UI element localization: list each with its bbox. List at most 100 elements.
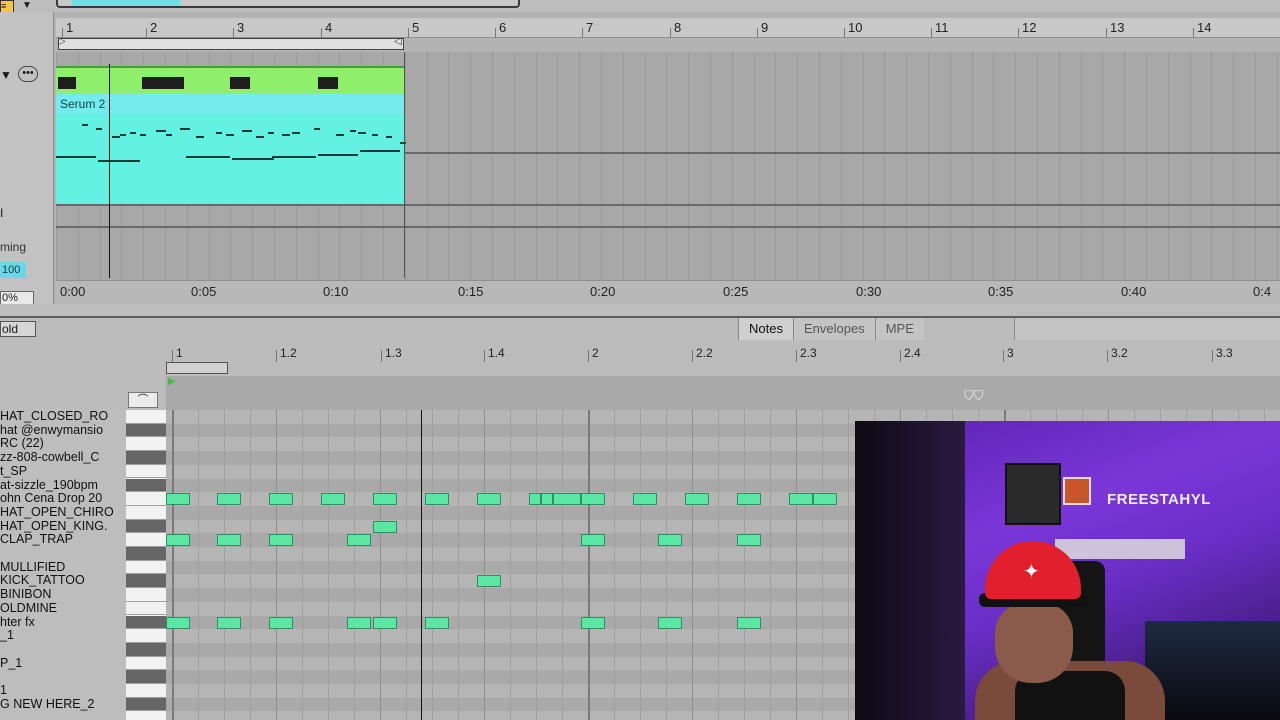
track-fold-arrow-icon[interactable]: ▼ [0, 68, 12, 82]
drum-pad-name[interactable]: t_SP [0, 465, 128, 479]
piano-key[interactable] [126, 629, 166, 643]
midi-note[interactable] [166, 534, 190, 547]
midi-note[interactable] [425, 493, 449, 506]
tab-mpe[interactable]: MPE [874, 318, 924, 340]
midi-note[interactable] [373, 520, 397, 533]
midi-note[interactable] [685, 493, 709, 506]
midi-note[interactable] [581, 493, 605, 506]
piano-key[interactable] [126, 519, 166, 534]
midi-note[interactable] [425, 616, 449, 629]
drum-pad-name[interactable]: zz-808-cowbell_C [0, 451, 128, 465]
piano-key[interactable] [126, 574, 166, 589]
midi-note[interactable] [166, 616, 190, 629]
piano-key[interactable] [126, 478, 166, 493]
piano-key[interactable] [126, 465, 166, 479]
piano-key[interactable] [126, 697, 166, 712]
drum-pad-name[interactable]: OLDMINE [0, 602, 128, 616]
loop-end-marker-icon[interactable]: ◁ [394, 36, 402, 47]
piano-roll-ruler[interactable]: 1 1.2 1.3 1.4 2 2.2 2.3 2.4 3 3.2 3.3 [166, 344, 1280, 362]
midi-note[interactable] [553, 493, 581, 506]
midi-note[interactable] [477, 493, 501, 506]
piano-key[interactable] [126, 451, 166, 465]
piano-key[interactable] [126, 547, 166, 561]
piano-key[interactable] [126, 561, 166, 575]
midi-note[interactable] [347, 616, 371, 629]
drum-pad-name[interactable]: hat @enwymansio [0, 424, 128, 438]
piano-key[interactable] [126, 423, 166, 438]
piano-key[interactable] [126, 684, 166, 698]
loop-brace[interactable] [58, 38, 404, 50]
midi-note[interactable] [321, 493, 345, 506]
midi-note[interactable] [217, 493, 241, 506]
piano-keys[interactable] [126, 410, 166, 720]
drum-pad-name[interactable]: P_1 [0, 657, 128, 671]
drum-pad-name[interactable]: RC (22) [0, 437, 128, 451]
time-ruler[interactable]: 0:00 0:05 0:10 0:15 0:20 0:25 0:30 0:35 0:40 0:4 [56, 280, 1280, 304]
midi-note[interactable] [529, 493, 541, 506]
piano-roll-loop-brace[interactable] [166, 362, 228, 374]
end-marker-icon[interactable]: ⛉⛉ [964, 388, 984, 404]
more-options-icon[interactable]: ••• [18, 66, 38, 82]
drum-pad-name[interactable]: BINIBON [0, 588, 128, 602]
groove-value-field[interactable]: 100 [0, 262, 26, 278]
midi-note[interactable] [347, 534, 371, 547]
piano-key[interactable] [126, 492, 166, 506]
drum-pad-name[interactable]: CLAP_TRAP [0, 533, 128, 547]
midi-note[interactable] [658, 616, 682, 629]
piano-key[interactable] [126, 670, 166, 684]
drum-pad-name[interactable]: KICK_TATTOO [0, 574, 128, 588]
drum-pad-name[interactable]: HAT_OPEN_KING. [0, 520, 128, 534]
midi-note[interactable] [581, 616, 605, 629]
drum-pad-name[interactable]: 1 [0, 684, 128, 698]
drum-pad-name[interactable]: hter fx [0, 616, 128, 630]
midi-note[interactable] [737, 493, 761, 506]
fold-button[interactable]: old [0, 321, 36, 337]
bar-ruler[interactable]: 1 2 3 4 5 6 7 8 9 10 11 12 13 14 [56, 18, 1280, 38]
arrangement-overview[interactable] [56, 0, 520, 8]
midi-note[interactable] [269, 493, 293, 506]
piano-key[interactable] [126, 642, 166, 657]
piano-key[interactable] [126, 410, 166, 424]
midi-note[interactable] [581, 534, 605, 547]
midi-note[interactable] [373, 493, 397, 506]
piano-key[interactable] [126, 437, 166, 452]
midi-note[interactable] [166, 493, 190, 506]
fold-notes-icon[interactable]: ⌒ [128, 392, 158, 408]
piano-key[interactable] [126, 615, 166, 630]
midi-note[interactable] [269, 616, 293, 629]
piano-key[interactable] [126, 602, 166, 616]
midi-note[interactable] [541, 493, 553, 506]
drum-pad-name[interactable]: G NEW HERE_2 [0, 698, 128, 712]
loop-start-marker-icon[interactable]: ▷ [58, 36, 66, 47]
piano-key[interactable] [126, 506, 166, 520]
view-divider[interactable] [0, 304, 1280, 318]
midi-note[interactable] [789, 493, 813, 506]
tab-notes[interactable]: Notes [738, 318, 793, 340]
drum-pad-name[interactable]: HAT_OPEN_CHIRO [0, 506, 128, 520]
drum-pad-name[interactable]: at-sizzle_190bpm [0, 479, 128, 493]
tab-envelopes[interactable]: Envelopes [792, 318, 875, 340]
midi-note[interactable] [217, 534, 241, 547]
piano-key[interactable] [126, 657, 166, 671]
midi-note[interactable] [737, 534, 761, 547]
piano-roll-loop-lane[interactable] [166, 376, 1280, 410]
piano-key[interactable] [126, 588, 166, 602]
drum-pad-name[interactable] [0, 547, 128, 561]
chevron-down-icon[interactable]: ▼ [22, 0, 36, 12]
drum-pad-name[interactable]: _1 [0, 629, 128, 643]
midi-note[interactable] [269, 534, 293, 547]
drum-pad-name[interactable]: MULLIFIED [0, 561, 128, 575]
midi-note[interactable] [813, 493, 837, 506]
drum-pad-name[interactable]: HAT_CLOSED_RO [0, 410, 128, 424]
drum-pad-name[interactable]: ohn Cena Drop 20 [0, 492, 128, 506]
start-marker-icon[interactable]: ▶ [168, 376, 178, 387]
midi-note[interactable] [737, 616, 761, 629]
midi-note[interactable] [373, 616, 397, 629]
midi-note[interactable] [477, 575, 501, 588]
drum-pad-name[interactable] [0, 670, 128, 684]
drum-pad-name[interactable] [0, 643, 128, 657]
midi-note[interactable] [658, 534, 682, 547]
midi-note[interactable] [217, 616, 241, 629]
midi-note[interactable] [633, 493, 657, 506]
piano-key[interactable] [126, 533, 166, 547]
